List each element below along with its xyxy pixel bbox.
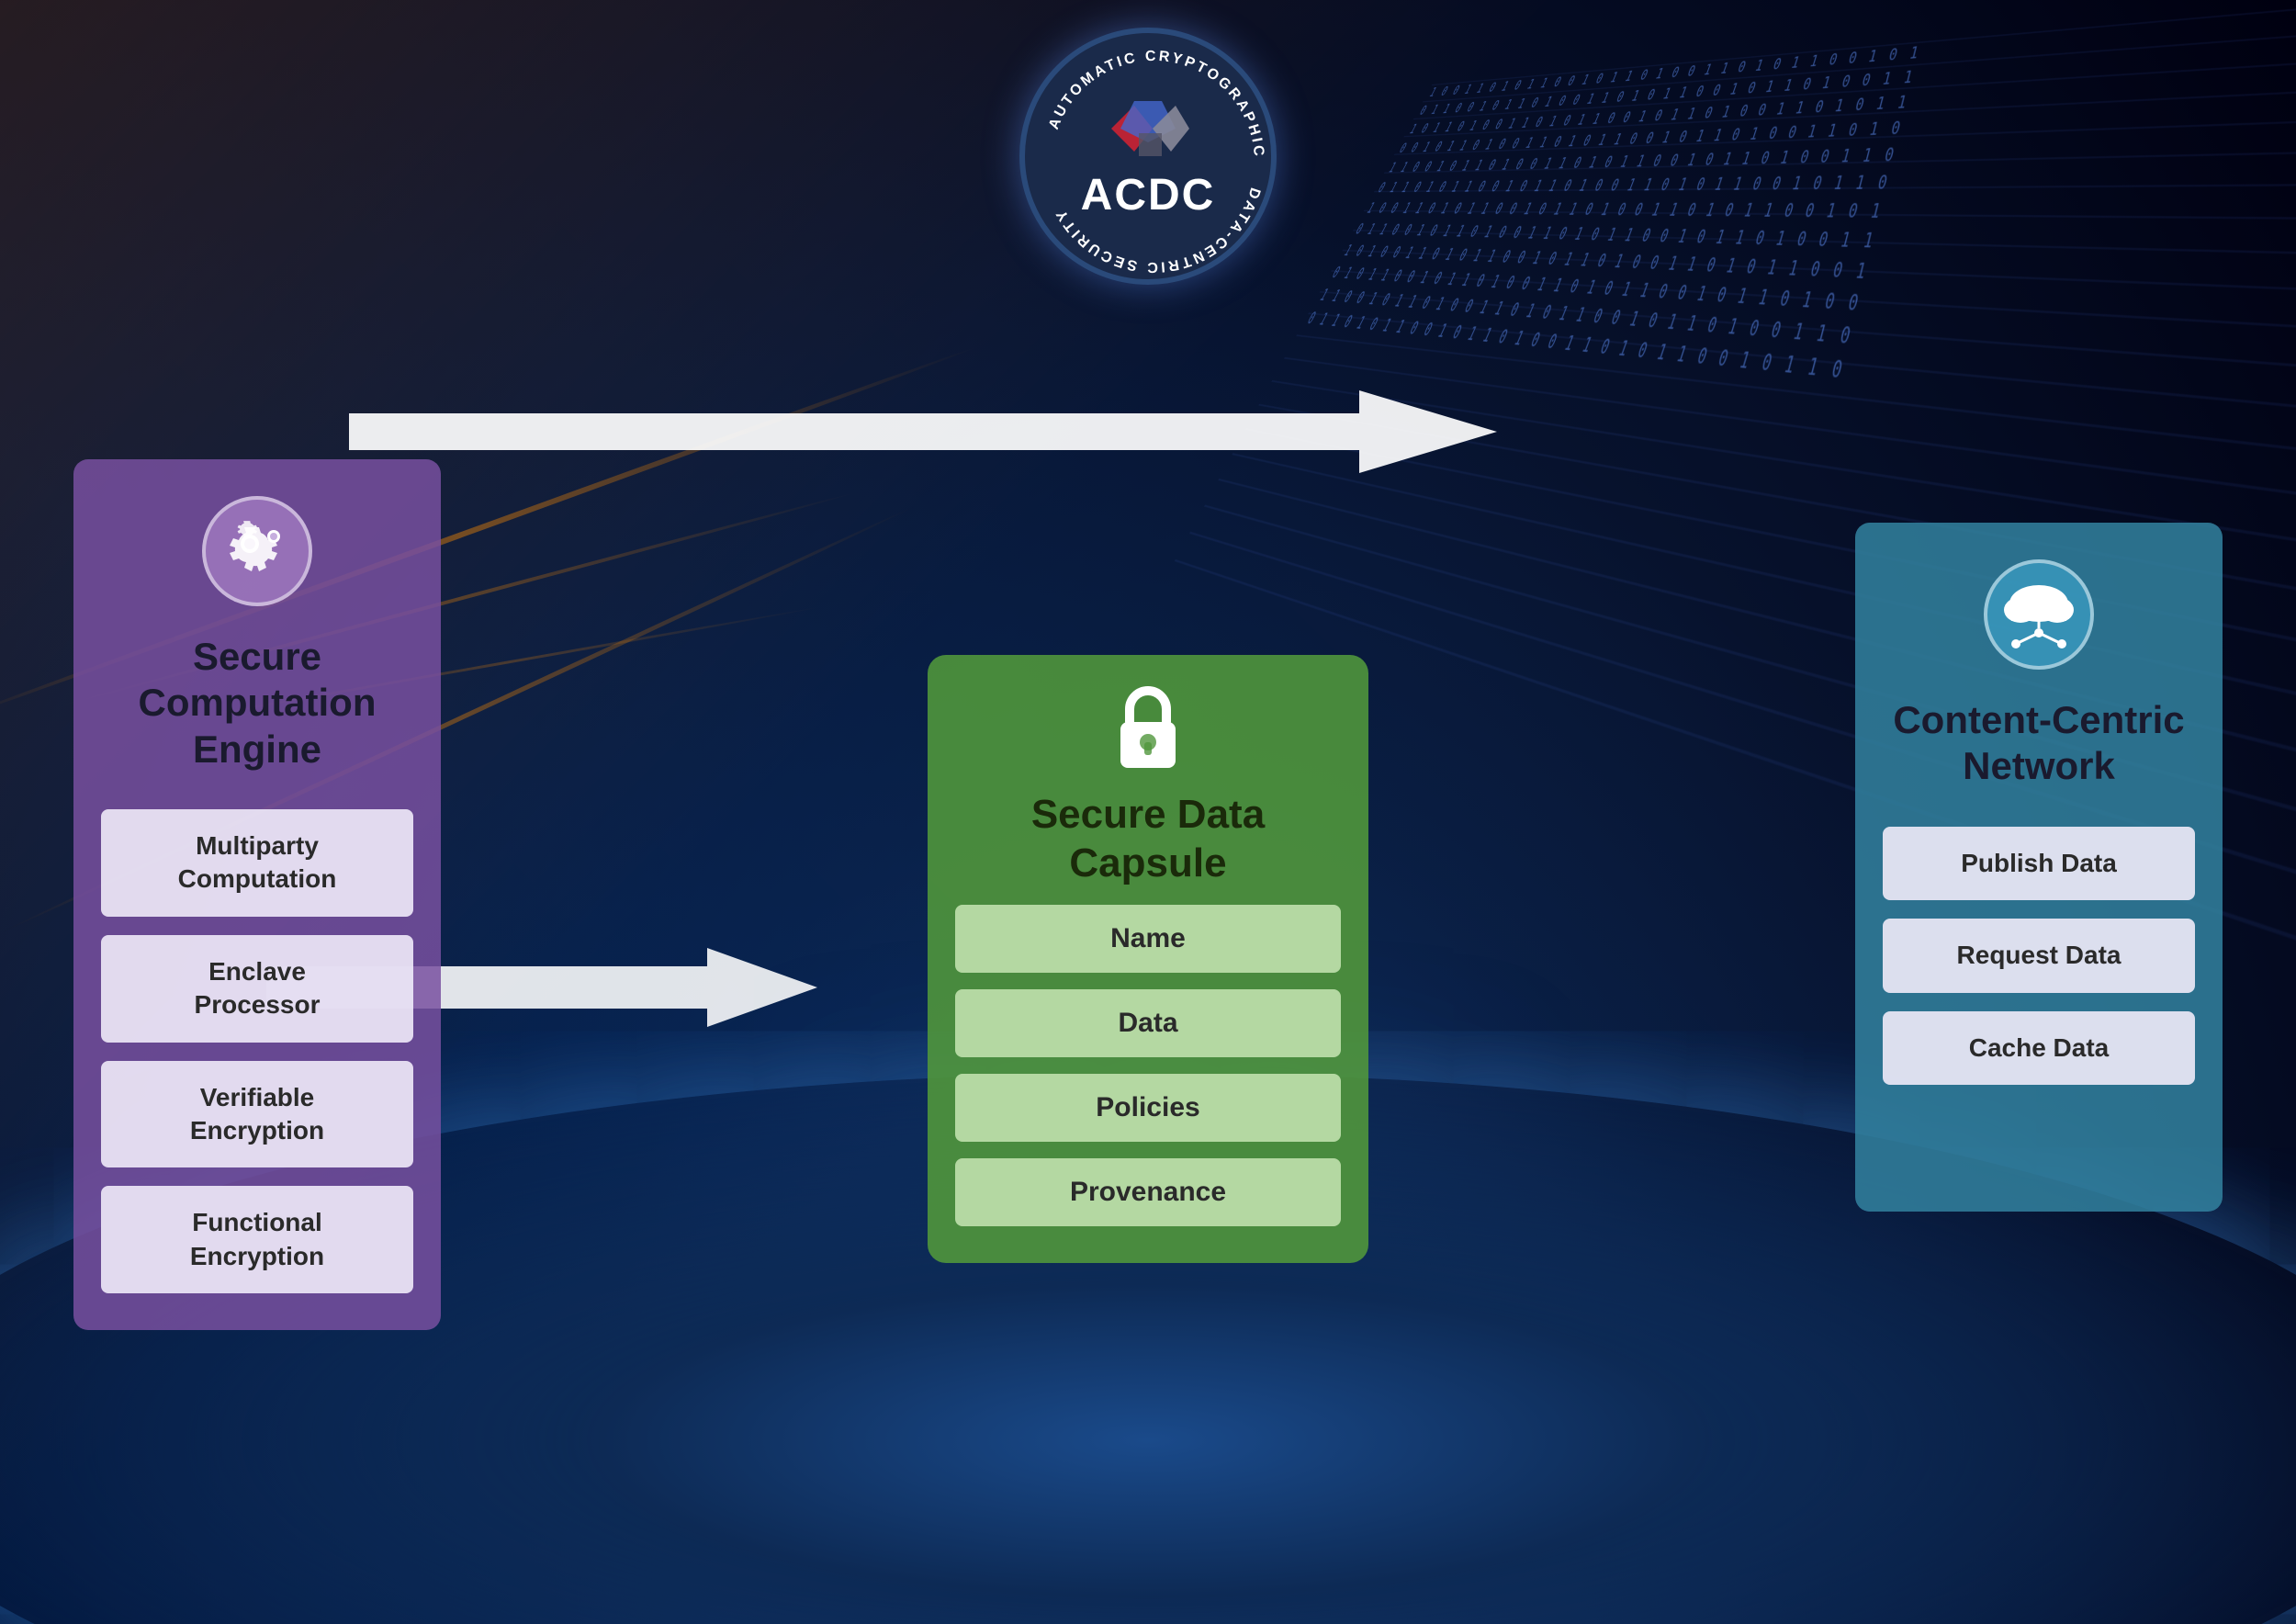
svg-text:AUTOMATIC CRYPTOGRAPHIC: AUTOMATIC CRYPTOGRAPHIC (1046, 49, 1266, 160)
right-item-publish: Publish Data (1883, 827, 2195, 900)
left-item-multiparty: Multiparty Computation (101, 809, 413, 917)
content-centric-network-panel: Content-Centric Network Publish Data Req… (1855, 523, 2223, 1212)
acdc-logo: AUTOMATIC CRYPTOGRAPHIC DATA-CENTRIC SEC… (1019, 28, 1277, 285)
secure-computation-title: Secure Computation Engine (139, 634, 377, 773)
left-item-enclave: Enclave Processor (101, 935, 413, 1043)
capsule-item-policies: Policies (955, 1074, 1341, 1142)
secure-data-capsule-panel: Secure Data Capsule Name Data Policies P… (928, 655, 1368, 1263)
right-item-cache: Cache Data (1883, 1011, 2195, 1085)
capsule-item-data: Data (955, 989, 1341, 1057)
network-icon-circle (1984, 559, 2094, 670)
right-item-request: Request Data (1883, 919, 2195, 992)
computation-icon-circle (202, 496, 312, 606)
lock-icon-container (1102, 682, 1194, 774)
acdc-ring-svg: AUTOMATIC CRYPTOGRAPHIC DATA-CENTRIC SEC… (1025, 33, 1282, 290)
capsule-item-name: Name (955, 905, 1341, 973)
acdc-circle: AUTOMATIC CRYPTOGRAPHIC DATA-CENTRIC SEC… (1019, 28, 1277, 285)
capsule-title: Secure Data Capsule (1031, 791, 1265, 888)
secure-computation-panel: Secure Computation Engine Multiparty Com… (73, 459, 441, 1330)
lock-icon (1111, 685, 1185, 773)
gear-icon (220, 514, 294, 588)
svg-text:DATA-CENTRIC SECURITY: DATA-CENTRIC SECURITY (1052, 186, 1263, 275)
left-item-functional: Functional Encryption (101, 1186, 413, 1293)
content-centric-title: Content-Centric Network (1893, 697, 2184, 790)
left-item-verifiable: Verifiable Encryption (101, 1061, 413, 1168)
cloud-icon (1993, 578, 2085, 651)
center-area: Secure Data Capsule Name Data Policies P… (441, 379, 1855, 1263)
capsule-item-provenance: Provenance (955, 1158, 1341, 1226)
